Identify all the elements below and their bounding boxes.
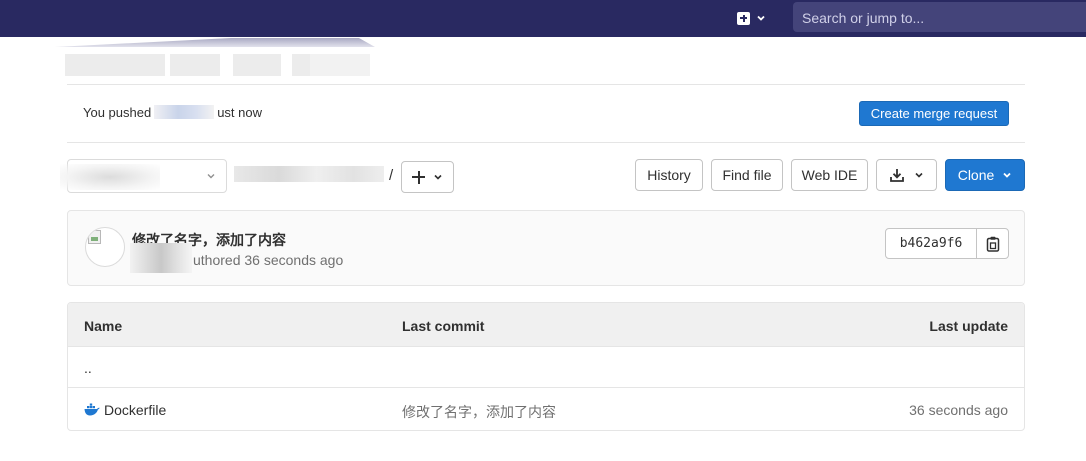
plus-icon (412, 170, 425, 184)
commit-meta: uthored 36 seconds ago (193, 252, 344, 268)
add-to-tree-button[interactable] (401, 161, 454, 193)
history-button[interactable]: History (635, 159, 703, 191)
file-name-cell[interactable]: Dockerfile (84, 402, 166, 418)
chevron-down-icon (757, 15, 765, 21)
push-notice: You pushed ust now (83, 105, 262, 120)
chevron-down-icon (1003, 172, 1011, 178)
table-header: Name Last commit Last update (68, 303, 1024, 347)
file-commit-message[interactable]: 修改了名字，添加了内容 (402, 402, 556, 422)
search-input[interactable]: Search or jump to... (793, 2, 1086, 32)
avatar[interactable] (85, 227, 125, 267)
new-item-dropdown[interactable] (737, 7, 777, 29)
column-header-last-update: Last update (929, 318, 1008, 334)
push-notice-suffix: ust now (217, 105, 263, 120)
file-tree-table: Name Last commit Last update .. Dockerfi… (67, 302, 1025, 431)
last-commit-panel: 修改了名字，添加了内容 uthored 36 seconds ago b462a… (67, 210, 1025, 286)
parent-dir-link[interactable]: .. (84, 360, 92, 376)
download-dropdown[interactable] (876, 159, 937, 191)
top-navbar: Search or jump to... (0, 0, 1086, 37)
divider (67, 84, 1025, 85)
author-name-redacted (130, 243, 192, 273)
download-icon (890, 169, 904, 182)
file-name-link[interactable]: Dockerfile (104, 402, 166, 418)
push-notice-prefix: You pushed (83, 105, 152, 120)
find-file-button[interactable]: Find file (711, 159, 783, 191)
branch-name-redacted (60, 164, 160, 190)
create-merge-request-button[interactable]: Create merge request (859, 101, 1009, 126)
table-row[interactable]: Dockerfile 修改了名字，添加了内容 36 seconds ago (68, 389, 1024, 430)
commit-sha-button[interactable]: b462a9f6 (886, 229, 977, 258)
commit-sha-group: b462a9f6 (885, 228, 1009, 259)
column-header-name: Name (84, 318, 123, 334)
path-separator: / (389, 167, 394, 184)
chevron-down-icon (207, 174, 215, 179)
table-row-parent-dir[interactable]: .. (68, 347, 1024, 388)
chevron-down-icon (915, 172, 923, 178)
project-title-redacted (55, 38, 375, 78)
branch-selector[interactable] (60, 159, 227, 193)
plus-square-icon (737, 11, 750, 25)
docker-icon (84, 403, 100, 416)
web-ide-button[interactable]: Web IDE (791, 159, 868, 191)
clone-dropdown[interactable]: Clone (945, 159, 1025, 191)
divider (67, 142, 1025, 143)
file-last-update: 36 seconds ago (909, 402, 1008, 418)
copy-sha-button[interactable] (977, 229, 1008, 258)
repo-path-redacted (234, 166, 384, 182)
broken-image-icon (88, 230, 101, 244)
chevron-down-icon (434, 174, 442, 180)
copy-icon (986, 236, 999, 252)
branch-name-redacted (154, 105, 215, 119)
clone-label: Clone (957, 167, 995, 183)
column-header-last-commit: Last commit (402, 318, 485, 334)
